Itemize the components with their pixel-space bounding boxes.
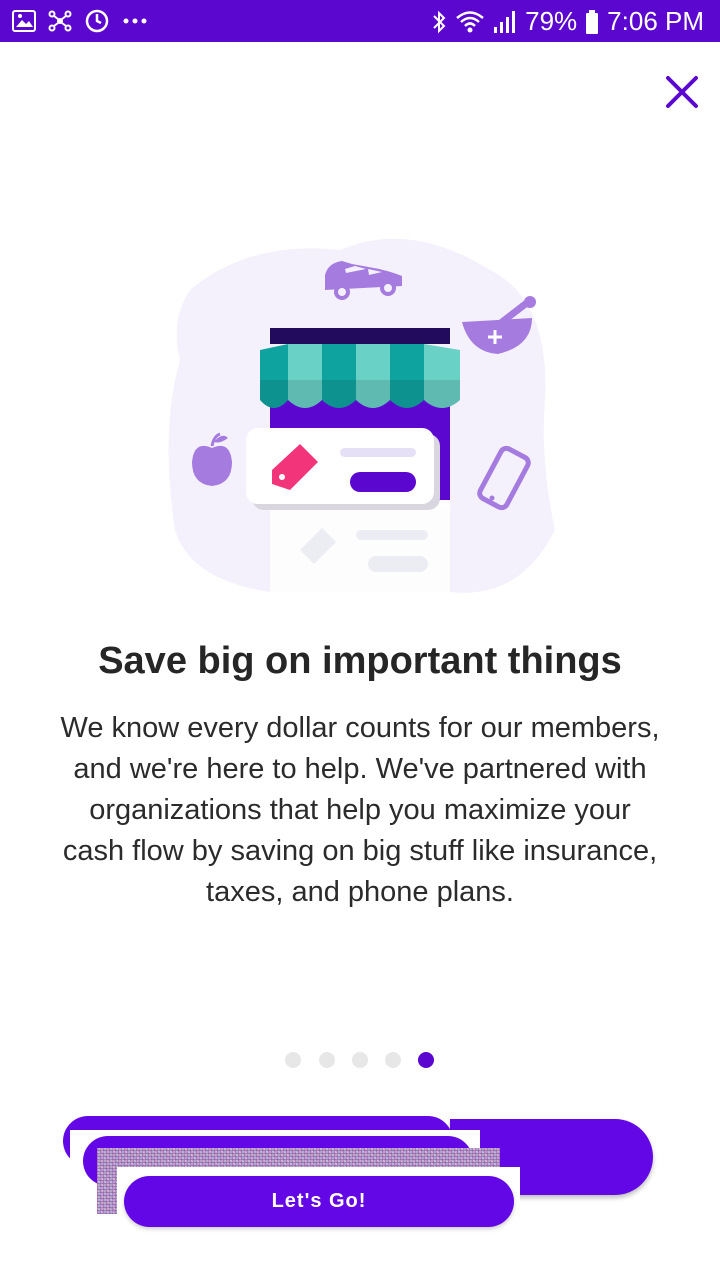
coupon-card [246,428,440,510]
battery-percent: 79% [525,6,578,36]
page-dot-4[interactable] [385,1052,401,1068]
page-dot-1[interactable] [285,1052,301,1068]
store-awning [260,344,460,408]
battery-icon [585,9,599,34]
faded-coupon [270,500,450,595]
clock: 7:06 PM [607,6,704,36]
page-dot-5[interactable] [418,1052,434,1068]
store-roof [270,328,450,344]
more-dots-icon [122,17,148,25]
bluetooth-icon [431,9,447,35]
network-icon [48,9,72,33]
close-button[interactable] [660,70,704,114]
close-icon [666,76,698,108]
signal-icon [493,10,517,34]
page-dot-3[interactable] [352,1052,368,1068]
lets-go-button[interactable]: Let's Go! [124,1176,514,1227]
gallery-icon [12,10,36,32]
page-dot-2[interactable] [319,1052,335,1068]
status-bar: 79% 7:06 PM [0,0,720,42]
page-indicator [0,1050,720,1070]
savings-illustration [160,230,560,600]
wifi-icon [455,10,485,34]
onboarding-title: Save big on important things [98,640,622,682]
sync-icon [84,8,110,34]
onboarding-description: We know every dollar counts for our memb… [60,712,660,908]
